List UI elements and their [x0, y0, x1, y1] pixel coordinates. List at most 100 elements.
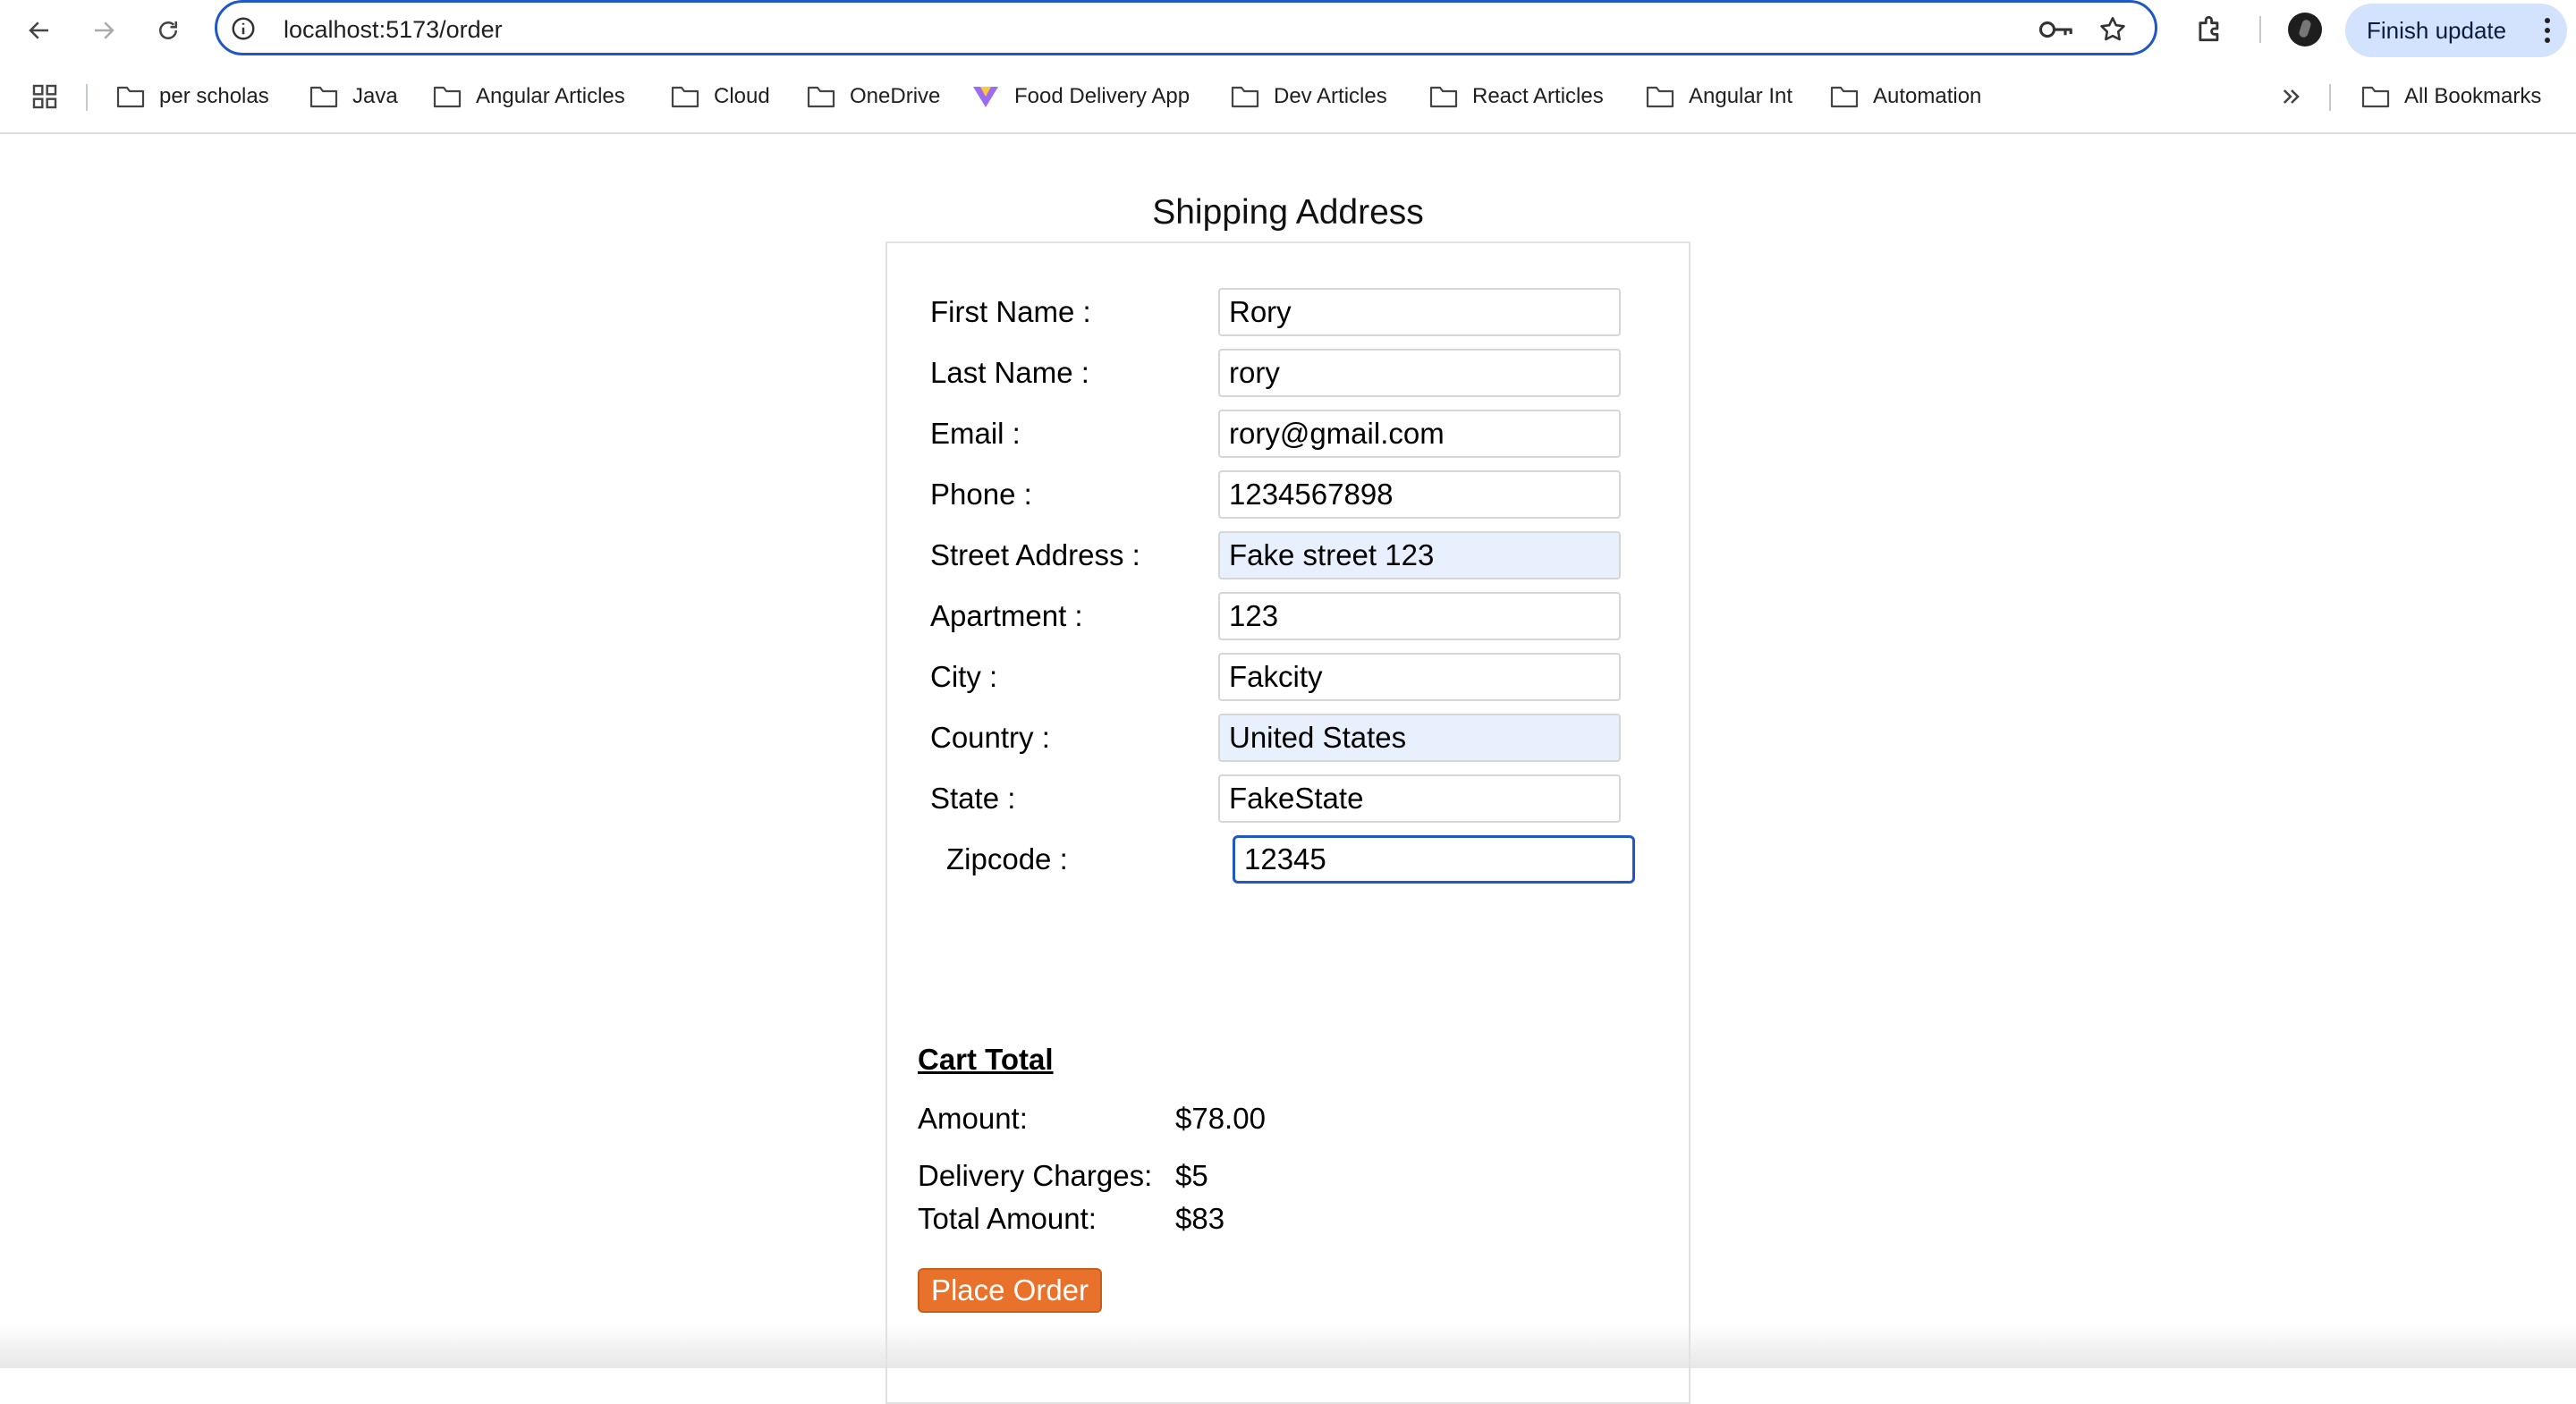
- folder-icon: [433, 86, 462, 108]
- street-address-row: Street Address :: [887, 531, 1692, 579]
- state-input[interactable]: [1218, 774, 1621, 823]
- country-input[interactable]: [1218, 714, 1621, 762]
- amount-value: $78.00: [1175, 1102, 1266, 1135]
- bookmark-label: Java: [352, 84, 398, 108]
- delivery-charges-value: $5: [1175, 1159, 1208, 1192]
- reload-button[interactable]: [150, 13, 186, 48]
- bookmark-per-scholas[interactable]: per scholas: [116, 82, 269, 111]
- apartment-input[interactable]: [1218, 592, 1621, 640]
- key-icon[interactable]: [2038, 16, 2074, 43]
- zipcode-label: Zipcode :: [946, 842, 1068, 875]
- last-name-input[interactable]: [1218, 349, 1621, 397]
- reload-icon: [159, 21, 177, 39]
- folder-icon: [807, 86, 835, 108]
- folder-icon: [2361, 86, 2390, 108]
- total-amount-label: Total Amount:: [918, 1202, 1097, 1235]
- email-row: Email :: [887, 410, 1692, 458]
- amount-row: Amount: $78.00: [918, 1102, 1544, 1138]
- bookmark-angular-int[interactable]: Angular Int: [1646, 82, 1792, 111]
- folder-icon: [671, 86, 699, 108]
- phone-row: Phone :: [887, 470, 1692, 519]
- bookmarks-bar: per scholas Java Angular Articles Cloud …: [0, 72, 2576, 120]
- url-text[interactable]: localhost:5173/order: [284, 16, 503, 44]
- phone-input[interactable]: [1218, 470, 1621, 519]
- chrome-divider: [0, 132, 2576, 134]
- state-label: State :: [930, 782, 1016, 815]
- back-button[interactable]: [21, 13, 57, 48]
- bookmark-star-icon[interactable]: [2097, 14, 2128, 45]
- bookmark-label: Dev Articles: [1274, 84, 1387, 108]
- folder-icon: [1429, 86, 1458, 108]
- bookmark-label: Angular Int: [1689, 84, 1793, 108]
- bookmarks-divider: [86, 84, 88, 111]
- city-label: City :: [930, 660, 998, 693]
- zipcode-row: Zipcode :: [887, 835, 1692, 884]
- finish-update-button[interactable]: Finish update: [2345, 4, 2567, 57]
- all-bookmarks-button[interactable]: All Bookmarks: [2361, 82, 2541, 111]
- cart-total-heading: Cart Total: [918, 1043, 1054, 1076]
- more-menu-icon: [2545, 18, 2550, 43]
- browser-toolbar: localhost:5173/order Finish update: [0, 0, 2576, 61]
- delivery-charges-label: Delivery Charges:: [918, 1159, 1153, 1192]
- country-label: Country :: [930, 721, 1050, 754]
- last-name-label: Last Name :: [930, 356, 1089, 389]
- first-name-input[interactable]: [1218, 288, 1621, 336]
- address-bar[interactable]: localhost:5173/order: [215, 0, 2157, 55]
- forward-button[interactable]: [86, 13, 122, 48]
- street-address-label: Street Address :: [930, 538, 1140, 571]
- bookmarks-divider: [2329, 84, 2331, 111]
- finish-update-label: Finish update: [2367, 16, 2507, 44]
- folder-icon: [309, 86, 338, 108]
- bookmark-onedrive[interactable]: OneDrive: [807, 82, 940, 111]
- extensions-icon[interactable]: [2193, 12, 2227, 46]
- profile-avatar[interactable]: [2288, 13, 2322, 47]
- site-info-icon[interactable]: [230, 15, 257, 42]
- bookmark-food-delivery-app[interactable]: Food Delivery App: [971, 82, 1190, 111]
- bookmark-label: Cloud: [714, 84, 770, 108]
- bottom-shadow: [0, 1324, 2576, 1368]
- folder-icon: [116, 86, 145, 108]
- country-row: Country :: [887, 714, 1692, 762]
- arrow-left-icon: [29, 21, 48, 39]
- email-label: Email :: [930, 417, 1021, 450]
- vite-logo-icon: [973, 87, 998, 107]
- bookmark-label: OneDrive: [850, 84, 941, 108]
- bookmark-label: React Articles: [1472, 84, 1604, 108]
- amount-label: Amount:: [918, 1102, 1028, 1135]
- delivery-charges-row: Delivery Charges: $5: [918, 1159, 1544, 1195]
- bookmark-java[interactable]: Java: [309, 82, 398, 111]
- page-title: Shipping Address: [1152, 193, 1424, 232]
- bookmark-angular-articles[interactable]: Angular Articles: [433, 82, 625, 111]
- last-name-row: Last Name :: [887, 349, 1692, 397]
- bookmark-dev-articles[interactable]: Dev Articles: [1231, 82, 1387, 111]
- folder-icon: [1646, 86, 1674, 108]
- bookmark-label: per scholas: [159, 84, 269, 108]
- bookmark-cloud[interactable]: Cloud: [671, 82, 770, 111]
- email-input[interactable]: [1218, 410, 1621, 458]
- place-order-button[interactable]: Place Order: [918, 1268, 1102, 1313]
- folder-icon: [1830, 86, 1859, 108]
- bookmark-label: Angular Articles: [476, 84, 625, 108]
- toolbar-divider: [2259, 16, 2261, 43]
- bookmark-react-articles[interactable]: React Articles: [1429, 82, 1604, 111]
- bookmark-label: Food Delivery App: [1014, 84, 1191, 108]
- total-amount-value: $83: [1175, 1202, 1225, 1235]
- bookmark-label: Automation: [1873, 84, 1982, 108]
- apartment-label: Apartment :: [930, 599, 1083, 632]
- phone-label: Phone :: [930, 478, 1032, 511]
- chevron-double-right-icon[interactable]: [2279, 84, 2304, 109]
- street-address-input[interactable]: [1218, 531, 1621, 579]
- first-name-row: First Name :: [887, 288, 1692, 336]
- first-name-label: First Name :: [930, 295, 1091, 328]
- apps-grid-icon[interactable]: [30, 82, 59, 111]
- folder-icon: [1231, 86, 1259, 108]
- total-amount-row: Total Amount: $83: [918, 1202, 1544, 1238]
- apartment-row: Apartment :: [887, 592, 1692, 640]
- city-input[interactable]: [1218, 653, 1621, 701]
- zipcode-input[interactable]: [1233, 835, 1635, 884]
- all-bookmarks-label: All Bookmarks: [2404, 84, 2542, 108]
- city-row: City :: [887, 653, 1692, 701]
- bookmark-automation[interactable]: Automation: [1830, 82, 1981, 111]
- state-row: State :: [887, 774, 1692, 823]
- shipping-form: First Name : Last Name : Email : Phone :…: [886, 241, 1690, 1404]
